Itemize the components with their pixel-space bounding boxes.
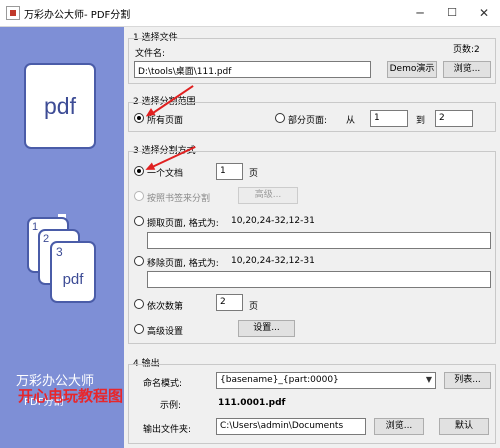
remove-pages-radio[interactable] bbox=[134, 256, 144, 266]
output-folder-input[interactable]: C:\Users\admin\Documents bbox=[216, 418, 366, 435]
partial-pages-radio[interactable] bbox=[275, 113, 285, 123]
remove-pages-label: 移除页面, 格式为: bbox=[147, 259, 219, 269]
extract-pages-label: 撷取页面, 格式为: bbox=[147, 219, 219, 229]
from-label: 从 bbox=[346, 116, 356, 126]
one-doc-radio[interactable] bbox=[134, 166, 144, 176]
window-title: 万彩办公大师- PDF分割 bbox=[24, 10, 131, 21]
output-folder-label: 输出文件夹: bbox=[143, 425, 192, 435]
naming-pattern-select[interactable]: {basename}_{part:0000} ▼ bbox=[216, 372, 436, 389]
extract-pages-input[interactable] bbox=[147, 232, 491, 249]
remove-pages-input[interactable] bbox=[147, 271, 491, 288]
browse-output-button[interactable]: 浏览... bbox=[374, 418, 424, 435]
remove-format-hint: 10,20,24-32,12-31 bbox=[231, 256, 315, 266]
partial-pages-label: 部分页面: bbox=[288, 116, 328, 126]
one-doc-unit: 页 bbox=[249, 169, 259, 179]
from-page-input[interactable]: 1 bbox=[370, 110, 408, 127]
by-number-unit: 页 bbox=[249, 302, 259, 312]
demo-button[interactable]: Demo演示 bbox=[387, 61, 437, 78]
naming-pattern-label: 命名模式: bbox=[143, 379, 183, 389]
by-number-radio[interactable] bbox=[134, 299, 144, 309]
to-page-input[interactable]: 2 bbox=[435, 110, 473, 127]
extract-pages-radio[interactable] bbox=[134, 216, 144, 226]
example-value: 111.0001.pdf bbox=[218, 398, 286, 408]
bookmark-split-label: 按照书签来分割 bbox=[147, 194, 211, 204]
extract-format-hint: 10,20,24-32,12-31 bbox=[231, 216, 315, 226]
minimize-button[interactable]: ─ bbox=[404, 0, 436, 26]
example-label: 示例: bbox=[160, 401, 182, 411]
bookmark-split-radio[interactable] bbox=[134, 191, 144, 201]
restore-button[interactable]: ☐ bbox=[436, 0, 468, 26]
advanced-settings-radio[interactable] bbox=[134, 324, 144, 334]
settings-button[interactable]: 设置... bbox=[238, 320, 295, 337]
split-doc-icon-3: 3 pdf bbox=[50, 241, 96, 303]
to-label: 到 bbox=[416, 116, 426, 126]
pdf-document-icon: pdf bbox=[24, 63, 96, 149]
by-number-label: 依次数第 bbox=[147, 302, 184, 312]
title-bar: 万彩办公大师- PDF分割 ─ ☐ ✕ bbox=[0, 0, 500, 27]
naming-pattern-value: {basename}_{part:0000} bbox=[220, 375, 339, 385]
close-button[interactable]: ✕ bbox=[468, 0, 500, 26]
chevron-down-icon[interactable]: ▼ bbox=[426, 375, 432, 384]
app-icon bbox=[6, 6, 20, 20]
advanced-settings-label: 高级设置 bbox=[147, 327, 184, 337]
browse-file-button[interactable]: 浏览... bbox=[443, 61, 491, 78]
all-pages-radio[interactable] bbox=[134, 113, 144, 123]
default-button[interactable]: 默认 bbox=[439, 418, 489, 435]
file-path-input[interactable]: D:\tools\桌面\111.pdf bbox=[134, 61, 371, 78]
list-button[interactable]: 列表... bbox=[444, 372, 491, 389]
page-count: 页数:2 bbox=[453, 45, 480, 55]
file-name-label: 文件名: bbox=[135, 49, 166, 59]
by-number-input[interactable]: 2 bbox=[216, 294, 243, 311]
watermark-text: 开心电玩教程图 bbox=[18, 387, 124, 405]
one-doc-pages-input[interactable]: 1 bbox=[216, 163, 243, 180]
bookmark-advanced-button[interactable]: 高级... bbox=[238, 187, 298, 204]
